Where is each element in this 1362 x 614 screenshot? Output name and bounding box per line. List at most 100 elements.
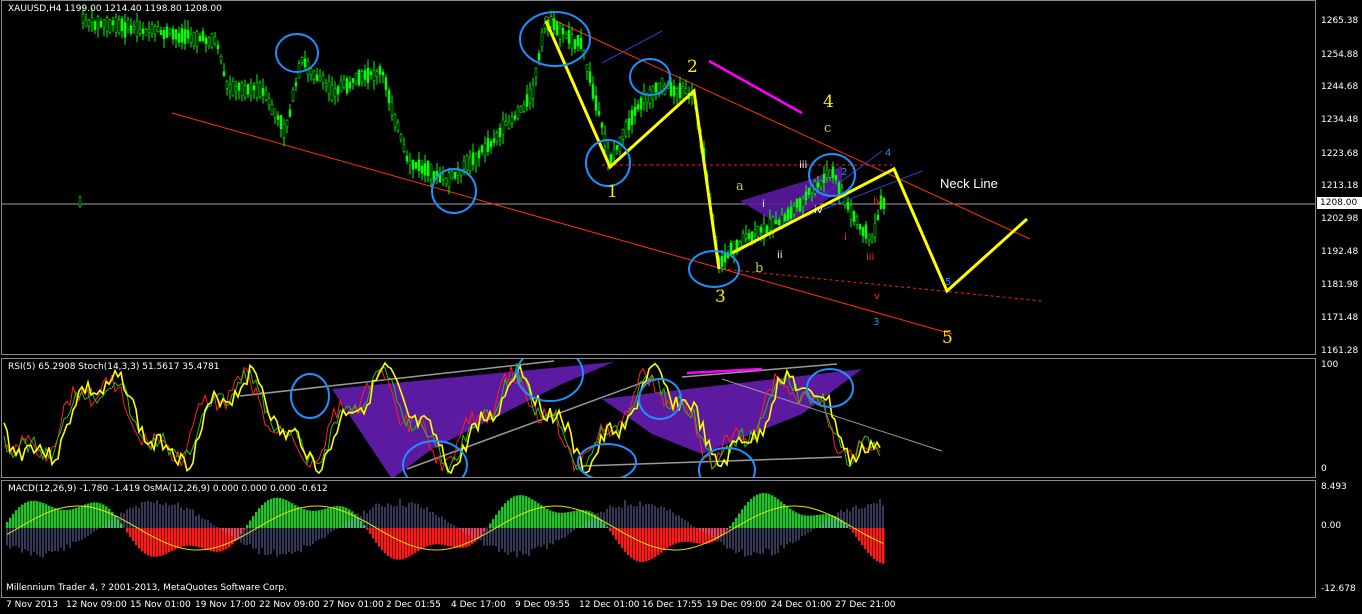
macd-bar: [570, 511, 573, 528]
macd-bar: [675, 528, 678, 544]
rsi-trend-line: [581, 456, 843, 467]
price-chart-canvas: [2, 5, 1315, 335]
macd-bar: [519, 495, 522, 528]
candle-body: [345, 78, 349, 94]
candle-body: [786, 208, 790, 221]
macd-bar: [72, 508, 75, 528]
candle-body: [780, 214, 784, 227]
candle-body: [165, 26, 169, 38]
candle-body: [489, 141, 493, 147]
macd-bar: [96, 502, 99, 528]
wave-label-1: 1: [607, 182, 618, 202]
candle-body: [579, 37, 583, 49]
macd-bar: [285, 500, 288, 528]
candle-body: [471, 152, 475, 165]
candle-body: [816, 182, 820, 188]
candle-body: [684, 87, 688, 94]
candle-body: [771, 216, 775, 231]
candle-body: [654, 82, 658, 93]
macd-bar: [627, 528, 630, 556]
macd-bar: [135, 528, 138, 546]
macd-bar: [12, 513, 15, 528]
candle-body: [291, 89, 295, 102]
macd-bar: [60, 509, 63, 528]
price-tick: 1265.38: [1321, 16, 1359, 26]
candle-body: [420, 165, 424, 174]
macd-bar: [558, 512, 561, 528]
candle-body: [600, 122, 604, 128]
candle-body: [720, 256, 724, 268]
macd-tick: -12.678: [1321, 584, 1356, 594]
macd-bar: [816, 515, 819, 528]
macd-bar: [663, 528, 666, 551]
candle-body: [723, 252, 727, 263]
candle-body: [315, 74, 319, 81]
candle-body: [534, 68, 538, 78]
macd-bar: [567, 512, 570, 528]
macd-bar: [678, 528, 681, 543]
candle-body: [645, 94, 649, 104]
rsi-stoch-pane[interactable]: RSI(5) 65.2908 Stoch(14,3,3) 51.5617 35.…: [1, 358, 1316, 478]
wave-label-3: 3: [715, 287, 726, 307]
candle-body: [93, 21, 97, 31]
candle-body: [231, 81, 235, 97]
price-tick: 1202.98: [1321, 214, 1359, 224]
candle-body: [423, 163, 427, 176]
candle-body: [360, 71, 364, 83]
macd-bar: [492, 519, 495, 528]
time-tick: 9 Dec 09:55: [515, 600, 570, 610]
macd-bar: [750, 498, 753, 528]
candle-body: [549, 16, 553, 27]
macd-bar: [171, 528, 174, 551]
candle-body: [210, 33, 214, 48]
candle-body: [594, 95, 598, 111]
macd-bar: [612, 528, 615, 536]
candle-body: [300, 57, 304, 63]
macd-bar: [255, 512, 258, 528]
price-tick: 1192.48: [1321, 247, 1359, 257]
macd-bar: [756, 494, 759, 528]
candle-body: [363, 70, 367, 80]
macd-bar: [657, 528, 660, 555]
time-axis: 7 Nov 2013 12 Nov 09:00 15 Nov 01:00 19 …: [0, 598, 1320, 614]
candle-body: [168, 29, 172, 34]
circle-marker: [290, 373, 330, 419]
macd-bar: [369, 528, 372, 535]
macd-bar: [648, 528, 651, 561]
candle-body: [510, 116, 514, 124]
macd-bar: [54, 508, 57, 528]
candle-body: [621, 128, 625, 140]
macd-bar: [762, 493, 765, 528]
candle-body: [195, 31, 199, 47]
candle-body: [498, 127, 502, 138]
macd-bar: [774, 497, 777, 528]
candle-body: [261, 87, 265, 96]
macd-bar: [39, 501, 42, 528]
macd-bar: [210, 528, 213, 552]
macd-bar: [429, 528, 432, 546]
price-tick: 1234.48: [1321, 115, 1359, 125]
candle-body: [591, 84, 595, 99]
rsi-tick: 100: [1321, 360, 1339, 370]
candle-body: [174, 29, 178, 40]
candle-body: [222, 71, 226, 77]
macd-pane[interactable]: MACD(12,26,9) -1.780 -1.419 OsMA(12,26,9…: [1, 480, 1316, 598]
price-chart-pane[interactable]: XAUUSD,H4 1199.00 1214.40 1198.80 1208.0…: [1, 0, 1316, 355]
candle-body: [552, 18, 556, 31]
current-price-badge: 1208.00: [1317, 197, 1362, 209]
candle-body: [483, 143, 487, 156]
macd-bar: [504, 503, 507, 528]
candle-body: [351, 78, 355, 83]
candle-body: [198, 35, 202, 42]
macd-bar: [729, 526, 732, 528]
rsi-axis: 100 0: [1318, 358, 1362, 478]
macd-bar: [876, 528, 879, 562]
candle-body: [789, 206, 793, 219]
macd-bar: [249, 520, 252, 528]
time-tick: 27 Dec 21:00: [835, 600, 896, 610]
candle-body: [186, 29, 190, 39]
macd-bar: [138, 528, 141, 549]
macd-bar: [273, 497, 276, 528]
macd-bar: [42, 503, 45, 528]
wave-label-5: 5: [942, 328, 953, 348]
